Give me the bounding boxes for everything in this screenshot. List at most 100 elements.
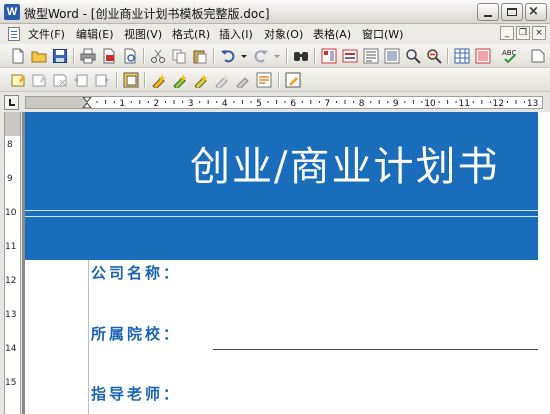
menu-view[interactable]: 视图(V) bbox=[124, 26, 162, 42]
paste-icon[interactable] bbox=[192, 48, 208, 64]
close-doc-icon[interactable] bbox=[530, 48, 546, 64]
toolbar-separator bbox=[314, 48, 315, 64]
school-underline bbox=[213, 349, 538, 350]
spell-check-icon[interactable]: ABC bbox=[502, 48, 518, 64]
ruler-number: 5 bbox=[256, 99, 262, 108]
next-note-icon[interactable] bbox=[94, 72, 110, 88]
ruler-tick bbox=[165, 101, 166, 103]
menu-object[interactable]: 对象(O) bbox=[264, 26, 303, 42]
mark-clear-icon[interactable] bbox=[214, 72, 230, 88]
close-button[interactable]: × bbox=[525, 3, 547, 21]
ruler-tick bbox=[241, 100, 243, 104]
menu-insert[interactable]: 插入(I) bbox=[219, 26, 253, 42]
undo-dropdown-icon[interactable] bbox=[240, 48, 248, 64]
edit-note-icon[interactable] bbox=[31, 72, 47, 88]
prev-note-icon[interactable] bbox=[73, 72, 89, 88]
track-changes-icon[interactable] bbox=[256, 72, 272, 88]
ruler-tick bbox=[507, 101, 508, 103]
ruler-tick bbox=[139, 100, 141, 104]
document-icon[interactable] bbox=[8, 27, 20, 41]
insert-table-icon[interactable] bbox=[454, 48, 470, 64]
ruler-number: 3 bbox=[188, 99, 194, 108]
tab-stop-icon bbox=[9, 99, 15, 106]
review-icon[interactable] bbox=[235, 72, 251, 88]
ruler-number: 12 bbox=[493, 99, 504, 108]
ruler-tick bbox=[233, 101, 235, 103]
ruler-tick bbox=[404, 101, 406, 103]
undo-icon[interactable] bbox=[220, 48, 236, 64]
vruler-number: 15 bbox=[5, 378, 17, 388]
ruler-tick bbox=[182, 101, 184, 103]
school-label: 所属院校： bbox=[91, 325, 182, 343]
ruler-tick bbox=[336, 101, 337, 103]
ruler-tick bbox=[438, 101, 440, 103]
toolbar-separator bbox=[213, 48, 214, 64]
ruler-tick bbox=[524, 101, 526, 103]
ruler-tick bbox=[130, 101, 132, 103]
zoom-icon[interactable] bbox=[405, 48, 421, 64]
maximize-icon bbox=[507, 8, 517, 16]
ruler-tick bbox=[370, 101, 372, 103]
doc-close-button[interactable]: × bbox=[532, 26, 546, 40]
company-name-label: 公司名称： bbox=[91, 264, 182, 282]
toolbar-separator bbox=[447, 48, 448, 64]
horizontal-ruler: 1 2 3 4 5 6 7 8 9 10 11 12 13 bbox=[0, 92, 550, 112]
menu-format[interactable]: 格式(R) bbox=[172, 26, 210, 42]
menu-window[interactable]: 窗口(W) bbox=[362, 26, 403, 42]
advisor-label: 指导老师： bbox=[91, 385, 182, 403]
ruler-tick bbox=[515, 100, 517, 104]
find-icon[interactable] bbox=[293, 48, 309, 64]
menu-table[interactable]: 表格(A) bbox=[313, 26, 351, 42]
doc-minimize-button[interactable]: _ bbox=[500, 26, 514, 40]
menu-file[interactable]: 文件(F) bbox=[28, 26, 65, 42]
vertical-ruler-margin bbox=[5, 112, 20, 136]
ruler-track[interactable]: 1 2 3 4 5 6 7 8 9 10 11 12 13 bbox=[25, 96, 543, 109]
document-area[interactable]: 创业/商业计划书 公司名称： 所属院校： 指导老师： bbox=[22, 112, 550, 414]
title-banner: 创业/商业计划书 bbox=[25, 112, 538, 260]
document-page[interactable]: 创业/商业计划书 公司名称： 所属院校： 指导老师： bbox=[25, 112, 550, 414]
ruler-tick bbox=[284, 101, 286, 103]
ruler-tick bbox=[310, 100, 312, 104]
edit-mode-icon[interactable] bbox=[285, 72, 301, 88]
tab-selector[interactable] bbox=[4, 95, 19, 110]
ruler-tick bbox=[96, 101, 98, 103]
save-icon[interactable] bbox=[52, 48, 68, 64]
redo-dropdown-icon[interactable] bbox=[273, 48, 281, 64]
indent-marker-icon[interactable] bbox=[82, 97, 92, 108]
add-note-icon[interactable] bbox=[10, 72, 26, 88]
vruler-number: 11 bbox=[5, 242, 17, 252]
pdf-export-icon[interactable] bbox=[101, 48, 117, 64]
ruler-tick bbox=[447, 100, 449, 104]
delete-note-icon[interactable] bbox=[52, 72, 68, 88]
open-folder-icon[interactable] bbox=[31, 48, 47, 64]
vruler-number: 14 bbox=[5, 344, 17, 354]
standard-toolbar: ABC bbox=[0, 44, 550, 68]
highlight-icon[interactable] bbox=[123, 72, 139, 88]
ruler-tick bbox=[173, 100, 175, 104]
page-view-icon[interactable] bbox=[342, 48, 358, 64]
ruler-number: 8 bbox=[359, 99, 365, 108]
page-layout-icon[interactable] bbox=[321, 48, 337, 64]
mark-icon[interactable] bbox=[151, 72, 167, 88]
new-doc-icon[interactable] bbox=[10, 48, 26, 64]
print-preview-icon[interactable] bbox=[122, 48, 138, 64]
ruler-tick bbox=[344, 100, 346, 104]
ruler-tick bbox=[250, 101, 252, 103]
doc-restore-button[interactable]: ❐ bbox=[516, 26, 530, 40]
copy-icon[interactable] bbox=[171, 48, 187, 64]
app-icon[interactable]: W bbox=[4, 4, 20, 20]
redo-icon[interactable] bbox=[253, 48, 269, 64]
cut-icon[interactable] bbox=[150, 48, 166, 64]
minimize-button[interactable] bbox=[477, 3, 499, 21]
ruler-number: 1 bbox=[119, 99, 125, 108]
full-screen-icon[interactable] bbox=[384, 48, 400, 64]
menu-edit[interactable]: 编辑(E) bbox=[76, 26, 114, 42]
close-icon: × bbox=[528, 4, 539, 19]
mark-accept-icon[interactable] bbox=[172, 72, 188, 88]
zoom-out-icon[interactable] bbox=[426, 48, 442, 64]
mark-reject-icon[interactable] bbox=[193, 72, 209, 88]
print-icon[interactable] bbox=[80, 48, 96, 64]
insert-image-icon[interactable] bbox=[475, 48, 491, 64]
outline-view-icon[interactable] bbox=[363, 48, 379, 64]
maximize-button[interactable] bbox=[501, 3, 523, 21]
